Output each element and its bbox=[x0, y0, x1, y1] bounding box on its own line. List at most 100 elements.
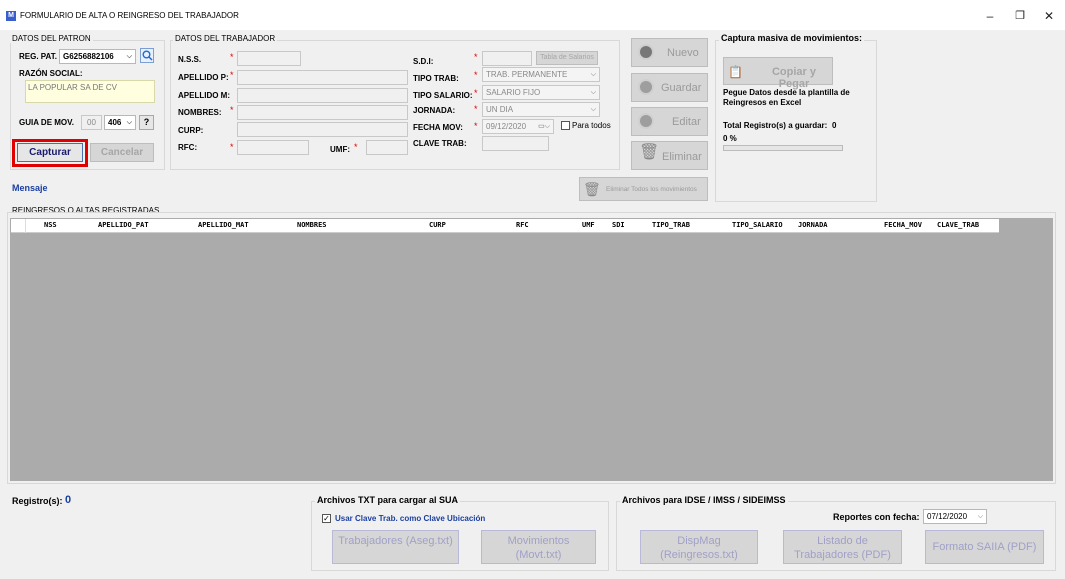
window-title: FORMULARIO DE ALTA O REINGRESO DEL TRABA… bbox=[20, 11, 239, 20]
guia-select[interactable]: 406 ⌵ bbox=[104, 115, 136, 130]
fecha-mov-value: 09/12/2020 bbox=[486, 122, 527, 131]
editar-button[interactable]: Editar bbox=[631, 107, 708, 136]
required-mark: * bbox=[230, 52, 234, 62]
editar-label: Editar bbox=[672, 116, 701, 128]
nombres-label: NOMBRES: bbox=[178, 108, 222, 117]
listado-button[interactable]: Listado de Trabajadores (PDF) bbox=[783, 530, 902, 564]
copiar-pegar-button[interactable]: 📋 Copiar y Pegar bbox=[723, 57, 833, 90]
fecha-mov-picker[interactable]: 09/12/2020 ▭⌵ bbox=[482, 119, 554, 134]
apellido-p-label: APELLIDO P: bbox=[178, 73, 229, 82]
col-nss[interactable]: NSS bbox=[44, 221, 57, 229]
clave-ubicacion-label: Usar Clave Trab. como Clave Ubicación bbox=[335, 514, 486, 523]
reportes-label: Reportes con fecha: bbox=[833, 512, 920, 522]
movimientos-button[interactable]: Movimientos (Movt.txt) bbox=[481, 530, 596, 564]
trabajador-group-title: DATOS DEL TRABAJADOR bbox=[173, 34, 278, 43]
chevron-down-icon: ⌵ bbox=[590, 106, 596, 113]
col-tipo-trab[interactable]: TIPO_TRAB bbox=[652, 221, 690, 229]
total-value: 0 bbox=[832, 121, 837, 130]
apellido-m-label: APELLIDO M: bbox=[178, 91, 230, 100]
tipo-trab-value: TRAB. PERMANENTE bbox=[486, 70, 568, 79]
clave-ubicacion-checkbox[interactable]: ✓ bbox=[322, 514, 331, 523]
guardar-button[interactable]: Guardar bbox=[631, 73, 708, 102]
copiar-pegar-label: Copiar y Pegar bbox=[771, 66, 816, 90]
required-mark: * bbox=[474, 88, 478, 98]
total-label: Total Registro(s) a guardar: bbox=[723, 121, 828, 130]
minimize-button[interactable]: – bbox=[975, 6, 1005, 26]
idse-title: Archivos para IDSE / IMSS / SIDEIMSS bbox=[620, 495, 788, 505]
clave-trab-field[interactable] bbox=[482, 136, 549, 151]
reg-pat-label: REG. PAT. bbox=[19, 52, 57, 61]
col-jornada[interactable]: JORNADA bbox=[798, 221, 828, 229]
guia-label: GUIA DE MOV. bbox=[19, 118, 74, 127]
capturar-button[interactable]: Capturar bbox=[17, 143, 83, 162]
jornada-select[interactable]: UN DIA ⌵ bbox=[482, 102, 600, 117]
eliminar-todos-button[interactable]: 🗑 Eliminar Todos los movimientos bbox=[579, 177, 708, 201]
apellido-p-field[interactable] bbox=[237, 70, 408, 85]
rfc-label: RFC: bbox=[178, 143, 198, 152]
col-curp[interactable]: CURP bbox=[429, 221, 446, 229]
records-grid[interactable] bbox=[10, 218, 1053, 481]
required-mark: * bbox=[230, 142, 234, 152]
tipo-trab-label: TIPO TRAB: bbox=[413, 74, 459, 83]
registros-value: 0 bbox=[65, 494, 72, 506]
nombres-field[interactable] bbox=[237, 105, 408, 120]
curp-label: CURP: bbox=[178, 126, 204, 135]
chevron-down-icon: ⌵ bbox=[126, 119, 132, 126]
nuevo-button[interactable]: Nuevo bbox=[631, 38, 708, 67]
col-rfc[interactable]: RFC bbox=[516, 221, 529, 229]
nss-field[interactable] bbox=[237, 51, 301, 66]
required-mark: * bbox=[474, 70, 478, 80]
required-mark: * bbox=[354, 142, 358, 152]
nuevo-label: Nuevo bbox=[667, 47, 699, 59]
sua-title: Archivos TXT para cargar al SUA bbox=[315, 495, 461, 505]
col-apellido-pat[interactable]: APELLIDO_PAT bbox=[98, 221, 149, 229]
edit-icon bbox=[638, 113, 654, 129]
tipo-salario-select[interactable]: SALARIO FIJO ⌵ bbox=[482, 85, 600, 100]
dispmag-button[interactable]: DispMag (Reingresos.txt) bbox=[640, 530, 758, 564]
curp-field[interactable] bbox=[237, 122, 408, 137]
reg-pat-select[interactable]: G6256882106 ⌵ bbox=[59, 49, 136, 64]
reportes-fecha-picker[interactable]: 07/12/2020 ⌵ bbox=[923, 509, 987, 524]
reportes-fecha-value: 07/12/2020 bbox=[927, 512, 968, 521]
tabla-salarios-button[interactable]: Tabla de Salarios bbox=[536, 51, 598, 65]
reg-pat-value: G6256882106 bbox=[63, 52, 114, 61]
close-button[interactable]: ✕ bbox=[1034, 6, 1064, 26]
col-clave-trab[interactable]: CLAVE_TRAB bbox=[937, 221, 979, 229]
search-button[interactable] bbox=[140, 48, 154, 63]
formato-saiia-button[interactable]: Formato SAIIA (PDF) bbox=[925, 530, 1044, 564]
tipo-salario-label: TIPO SALARIO: bbox=[413, 91, 473, 100]
trabajadores-button[interactable]: Trabajadores (Aseg.txt) bbox=[332, 530, 459, 564]
col-fecha-mov[interactable]: FECHA_MOV bbox=[884, 221, 922, 229]
col-umf[interactable]: UMF bbox=[582, 221, 595, 229]
fecha-mov-label: FECHA MOV: bbox=[413, 123, 463, 132]
paste-icon: 📋 bbox=[728, 65, 743, 79]
chevron-down-icon: ⌵ bbox=[126, 53, 132, 60]
rfc-field[interactable] bbox=[237, 140, 309, 155]
umf-field[interactable] bbox=[366, 140, 408, 155]
cancelar-button[interactable]: Cancelar bbox=[90, 143, 154, 162]
trash-icon: 🗑 bbox=[583, 181, 601, 197]
col-tipo-salario[interactable]: TIPO_SALARIO bbox=[732, 221, 783, 229]
help-button[interactable]: ? bbox=[139, 115, 154, 130]
eliminar-todos-label: Eliminar Todos los movimientos bbox=[606, 186, 697, 193]
sdi-field[interactable] bbox=[482, 51, 532, 66]
col-sdi[interactable]: SDI bbox=[612, 221, 625, 229]
sdi-label: S.D.I: bbox=[413, 57, 434, 66]
maximize-button[interactable]: ❐ bbox=[1005, 6, 1035, 26]
col-apellido-mat[interactable]: APELLIDO_MAT bbox=[198, 221, 249, 229]
eliminar-button[interactable]: 🗑 Eliminar bbox=[631, 141, 708, 170]
chevron-down-icon: ⌵ bbox=[977, 513, 983, 520]
apellido-m-field[interactable] bbox=[237, 88, 408, 103]
calendar-icon: ▭⌵ bbox=[538, 123, 550, 130]
razon-social-field[interactable]: LA POPULAR SA DE CV bbox=[25, 80, 155, 103]
masiva-title: Captura masiva de movimientos: bbox=[719, 33, 865, 43]
guardar-label: Guardar bbox=[661, 82, 702, 94]
required-mark: * bbox=[474, 104, 478, 114]
guia-prefix-field: 00 bbox=[81, 115, 102, 130]
tipo-trab-select[interactable]: TRAB. PERMANENTE ⌵ bbox=[482, 67, 600, 82]
required-mark: * bbox=[230, 70, 234, 80]
app-icon: M bbox=[6, 11, 16, 21]
required-mark: * bbox=[474, 52, 478, 62]
col-nombres[interactable]: NOMBRES bbox=[297, 221, 327, 229]
para-todos-checkbox[interactable] bbox=[561, 121, 570, 130]
